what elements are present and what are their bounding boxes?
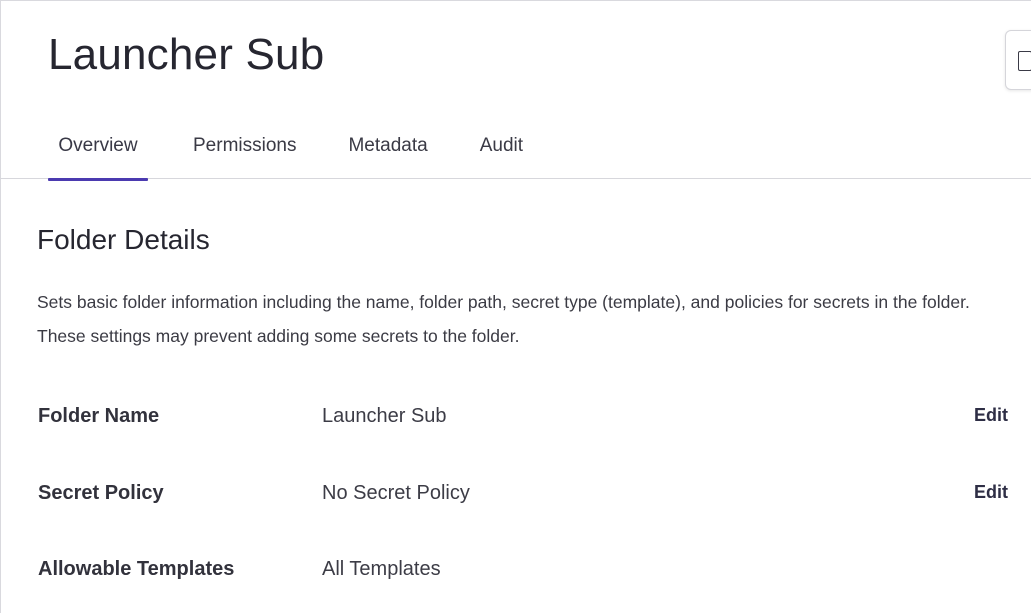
copy-button[interactable] [1005,30,1031,90]
tab-label: Metadata [348,135,428,156]
tab-permissions[interactable]: Permissions [193,126,296,179]
tab-audit[interactable]: Audit [480,126,523,179]
detail-row-allowable-templates: Allowable Templates All Templates [38,558,1031,598]
edit-secret-policy-link[interactable]: Edit [974,482,1008,503]
section-title: Folder Details [37,224,210,255]
detail-row-folder-name: Folder Name Launcher Sub Edit [38,405,1031,445]
section-description: Sets basic folder information including … [37,292,970,346]
tab-label: Permissions [193,135,297,156]
page-header: Launcher Sub Overview Permissions Metada… [0,0,1031,181]
detail-value: No Secret Policy [322,482,470,504]
copy-icon [1018,51,1031,71]
tab-label: Audit [479,135,524,156]
detail-label: Secret Policy [38,482,164,504]
tab-label: Overview [58,135,138,156]
detail-label: Folder Name [38,405,160,427]
tab-metadata[interactable]: Metadata [348,126,427,179]
tab-bar: Overview Permissions Metadata Audit [48,126,575,181]
page-title: Launcher Sub [48,30,325,79]
detail-row-secret-policy: Secret Policy No Secret Policy Edit [38,482,1031,522]
edit-folder-name-link[interactable]: Edit [974,405,1008,426]
tab-overview[interactable]: Overview [48,126,148,181]
detail-label: Allowable Templates [38,558,235,580]
detail-value: All Templates [322,558,441,580]
detail-value: Launcher Sub [322,405,447,427]
